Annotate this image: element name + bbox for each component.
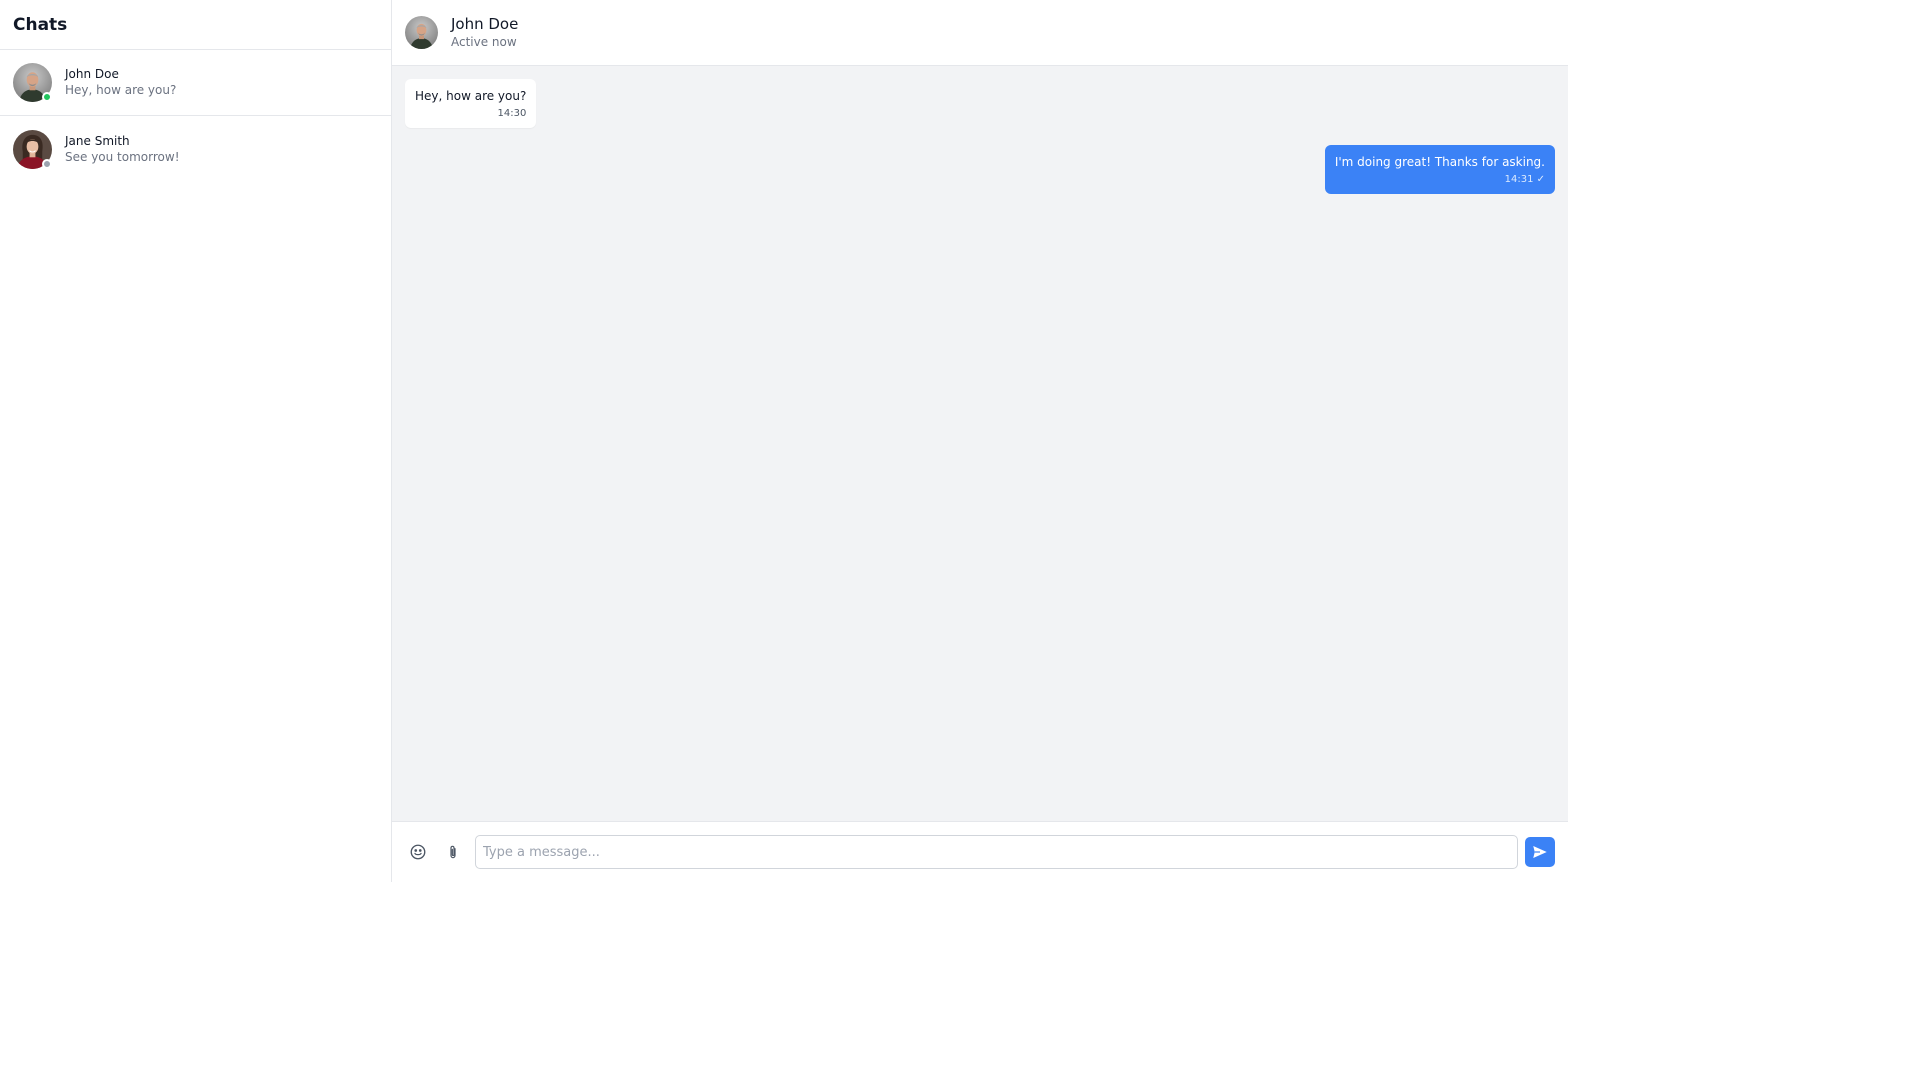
smiley-icon <box>410 844 426 860</box>
chat-preview: Hey, how are you? <box>65 83 177 97</box>
emoji-button[interactable] <box>405 839 431 865</box>
message-time: 14:31 ✓ <box>1504 174 1545 185</box>
message-text: I'm doing great! Thanks for asking. <box>1334 155 1545 169</box>
contact-avatar[interactable] <box>405 16 438 49</box>
message-input[interactable] <box>475 835 1518 869</box>
incoming-message: Hey, how are you? 14:30 <box>405 79 537 128</box>
sidebar: Chats John Doe Hey, how are you? Jane Sm… <box>0 0 392 882</box>
message-time: 14:30 <box>497 108 527 119</box>
contact-name: John Doe <box>451 15 519 33</box>
avatar-wrap <box>13 129 52 169</box>
message-list[interactable]: Hey, how are you? 14:30 I'm doing great!… <box>392 66 1568 821</box>
message-text: Hey, how are you? <box>415 89 527 103</box>
outgoing-message: I'm doing great! Thanks for asking. 14:3… <box>1324 145 1555 194</box>
chat-text: Jane Smith See you tomorrow! <box>65 133 180 166</box>
contact-status: Active now <box>451 35 517 49</box>
attach-button[interactable] <box>440 839 466 865</box>
conversation-panel: John Doe Active now Hey, how are you? 14… <box>392 0 1568 882</box>
chat-app: Chats John Doe Hey, how are you? Jane Sm… <box>0 0 1568 882</box>
message-composer <box>392 821 1568 882</box>
send-icon <box>1533 846 1547 858</box>
paperclip-icon <box>450 845 456 859</box>
send-button[interactable] <box>1525 837 1555 867</box>
offline-status-dot <box>42 158 52 169</box>
conversation-header: John Doe Active now <box>392 0 1568 66</box>
chat-name: Jane Smith <box>65 133 130 148</box>
chat-name: John Doe <box>65 67 119 81</box>
sidebar-title: Chats <box>13 14 68 35</box>
sidebar-header: Chats <box>0 0 391 50</box>
chat-item-jane-smith[interactable]: Jane Smith See you tomorrow! <box>0 116 391 182</box>
avatar-wrap <box>13 63 52 102</box>
chat-preview: See you tomorrow! <box>65 149 180 164</box>
online-status-dot <box>42 92 52 102</box>
header-text: John Doe Active now <box>451 14 518 51</box>
chat-item-john-doe[interactable]: John Doe Hey, how are you? <box>0 50 391 116</box>
chat-text: John Doe Hey, how are you? <box>65 66 176 99</box>
